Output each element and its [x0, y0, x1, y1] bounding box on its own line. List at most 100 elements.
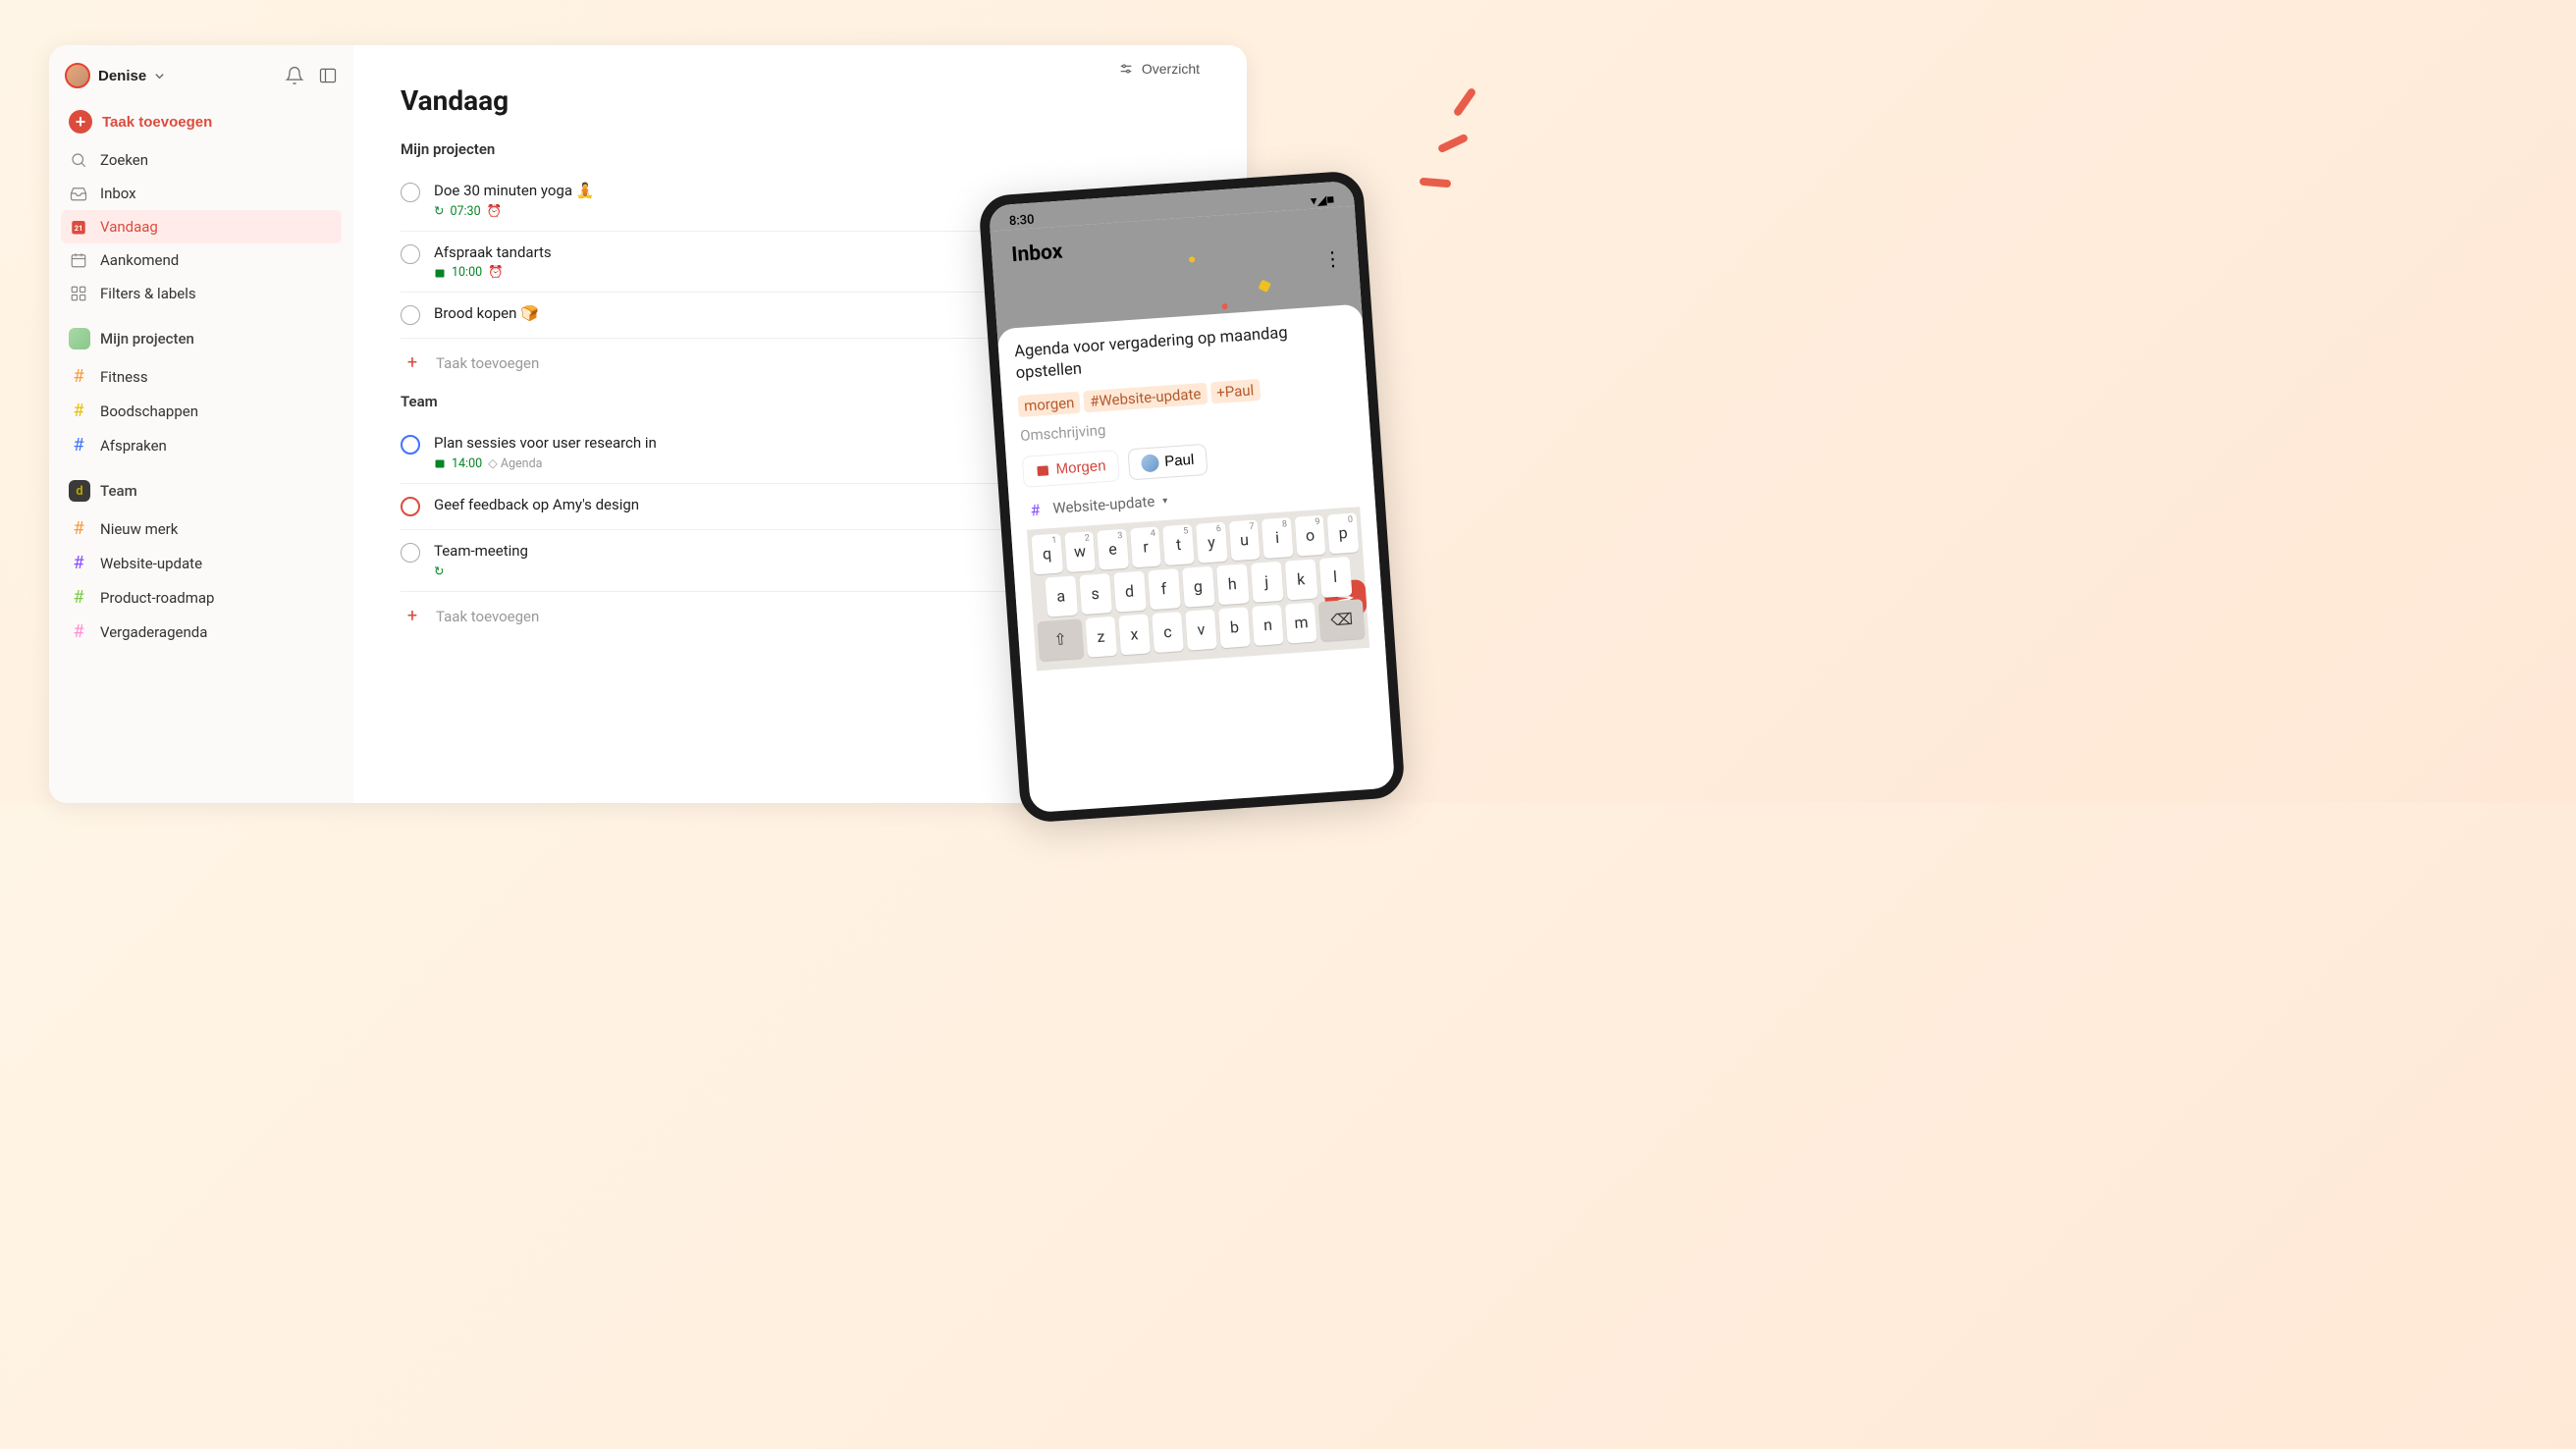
dropdown-icon: ▾ [1162, 495, 1168, 506]
tag-project[interactable]: #Website-update [1084, 382, 1208, 412]
panel-icon [318, 66, 338, 85]
hash-icon: # [69, 435, 88, 456]
bell-icon [285, 66, 304, 85]
today-icon: 21 [69, 217, 88, 237]
project-vergaderagenda[interactable]: # Vergaderagenda [61, 615, 342, 649]
keyboard: q1w2e3r4t5y6u7i8o9p0 asdfghjkl ⇧zxcvbnm⌫ [1027, 507, 1369, 671]
user-avatar [65, 63, 90, 88]
plus-icon: + [402, 352, 422, 373]
shift-key[interactable]: ⇧ [1037, 618, 1083, 661]
keyboard-key[interactable]: e3 [1097, 528, 1128, 569]
task-time: 10:00 [452, 265, 482, 280]
nav-list: Zoeken Inbox 21 Vandaag Aankomend Filter… [61, 143, 342, 310]
keyboard-key[interactable]: n [1252, 604, 1284, 645]
view-label: Overzicht [1142, 61, 1200, 77]
project-label: Website-update [100, 555, 202, 572]
task-checkbox[interactable] [401, 497, 420, 516]
add-task-label: Taak toevoegen [436, 608, 539, 625]
project-label: Product-roadmap [100, 589, 214, 607]
project-website-update[interactable]: # Website-update [61, 546, 342, 580]
project-product-roadmap[interactable]: #Product-roadmap [61, 580, 342, 615]
team-avatar: d [69, 480, 90, 502]
keyboard-key[interactable]: c [1152, 612, 1184, 653]
keyboard-key[interactable]: h [1215, 564, 1249, 605]
keyboard-key[interactable]: r4 [1130, 526, 1161, 567]
project-name: Website-update [1052, 493, 1155, 517]
keyboard-key[interactable]: y6 [1196, 521, 1227, 563]
task-checkbox[interactable] [401, 305, 420, 325]
keyboard-key[interactable]: o9 [1294, 514, 1325, 556]
section-title: Mijn projecten [401, 140, 1200, 158]
keyboard-key[interactable]: w2 [1064, 531, 1096, 572]
notifications-button[interactable] [285, 66, 304, 85]
team-header[interactable]: d Team [61, 462, 342, 508]
main-toolbar: Overzicht [401, 61, 1200, 77]
keyboard-key[interactable]: i8 [1261, 517, 1293, 559]
keyboard-key[interactable]: f [1148, 568, 1181, 610]
hash-icon: # [69, 401, 88, 421]
add-task-label: Taak toevoegen [102, 114, 212, 131]
project-boodschappen[interactable]: #Boodschappen [61, 394, 342, 428]
task-checkbox[interactable] [401, 183, 420, 202]
nav-filters[interactable]: Filters & labels [61, 277, 342, 310]
keyboard-key[interactable]: s [1079, 573, 1112, 615]
grid-icon [69, 284, 88, 303]
hash-icon: # [69, 621, 88, 642]
user-name-label: Denise [98, 68, 146, 84]
nav-label: Aankomend [100, 251, 179, 269]
user-menu-button[interactable]: Denise [65, 63, 165, 88]
nav-search[interactable]: Zoeken [61, 143, 342, 177]
keyboard-key[interactable]: k [1284, 559, 1317, 600]
keyboard-key[interactable]: p0 [1327, 512, 1359, 554]
my-projects-list: #Fitness #Boodschappen #Afspraken [61, 359, 342, 462]
project-label: Fitness [100, 368, 148, 386]
task-checkbox[interactable] [401, 543, 420, 563]
chip-label: Paul [1164, 452, 1195, 470]
project-fitness[interactable]: #Fitness [61, 359, 342, 394]
task-time: 07:30 [450, 204, 480, 219]
keyboard-key[interactable]: x [1118, 614, 1151, 655]
nav-label: Vandaag [100, 218, 158, 236]
keyboard-key[interactable]: v [1185, 609, 1217, 650]
keyboard-key[interactable]: d [1113, 570, 1147, 612]
keyboard-key[interactable]: u7 [1228, 519, 1260, 561]
keyboard-key[interactable]: m [1285, 602, 1317, 643]
section-label: Team [100, 482, 137, 500]
keyboard-key[interactable]: g [1182, 565, 1215, 607]
project-nieuw-merk[interactable]: #Nieuw merk [61, 511, 342, 546]
hash-icon: # [69, 553, 88, 573]
project-label: Afspraken [100, 437, 167, 455]
view-button[interactable]: Overzicht [1118, 61, 1200, 77]
inbox-icon [69, 184, 88, 203]
calendar-icon [69, 250, 88, 270]
nav-inbox[interactable]: Inbox [61, 177, 342, 210]
calendar-small-icon [434, 457, 446, 469]
tag-morgen[interactable]: morgen [1017, 391, 1081, 416]
tag-assignee[interactable]: +Paul [1209, 378, 1260, 402]
keyboard-key[interactable]: l [1318, 557, 1352, 598]
keyboard-key[interactable]: j [1250, 561, 1283, 602]
assignee-chip[interactable]: Paul [1127, 443, 1208, 480]
task-checkbox[interactable] [401, 244, 420, 264]
panel-toggle-button[interactable] [318, 66, 338, 85]
my-projects-header[interactable]: Mijn projecten [61, 310, 342, 355]
due-date-chip[interactable]: Morgen [1022, 450, 1120, 488]
backspace-key[interactable]: ⌫ [1318, 599, 1365, 641]
nav-label: Zoeken [100, 151, 148, 169]
project-afspraken[interactable]: # Afspraken [61, 428, 342, 462]
keyboard-key[interactable]: q1 [1031, 533, 1062, 574]
add-task-button[interactable]: + Taak toevoegen [61, 104, 342, 139]
add-task-label: Taak toevoegen [436, 354, 539, 372]
alarm-icon: ⏰ [488, 265, 504, 280]
phone-time: 8:30 [1008, 213, 1035, 231]
hash-icon: # [69, 518, 88, 539]
header-icon-group [285, 66, 338, 85]
keyboard-key[interactable]: t5 [1162, 524, 1194, 565]
project-label: Vergaderagenda [100, 623, 207, 641]
nav-upcoming[interactable]: Aankomend [61, 243, 342, 277]
nav-today[interactable]: 21 Vandaag [61, 210, 342, 243]
keyboard-key[interactable]: a [1045, 575, 1078, 617]
keyboard-key[interactable]: b [1218, 607, 1251, 648]
task-checkbox[interactable] [401, 435, 420, 455]
keyboard-key[interactable]: z [1085, 616, 1117, 657]
